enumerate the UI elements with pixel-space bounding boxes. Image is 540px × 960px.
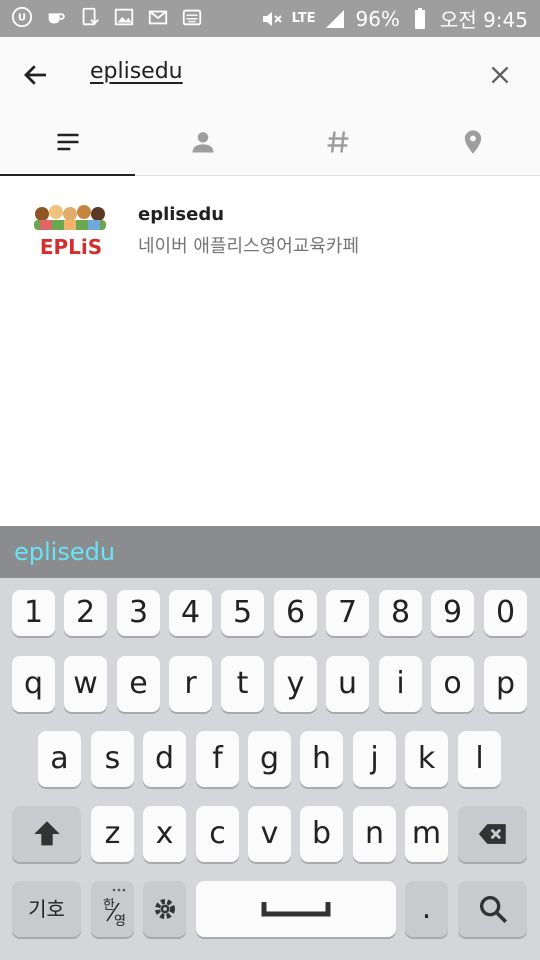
tab-people[interactable] xyxy=(135,109,270,175)
key-m[interactable]: m xyxy=(405,806,448,862)
svg-text:EPLiS: EPLiS xyxy=(40,235,102,259)
back-arrow-icon xyxy=(24,65,46,85)
key-i[interactable]: i xyxy=(379,656,422,712)
backspace-key[interactable] xyxy=(458,806,527,862)
battery-icon xyxy=(414,7,425,29)
tab-places[interactable] xyxy=(405,109,540,175)
backspace-icon xyxy=(478,824,506,844)
key-o[interactable]: o xyxy=(431,656,474,712)
key-c[interactable]: c xyxy=(196,806,239,862)
key-p[interactable]: p xyxy=(484,656,527,712)
mute-icon xyxy=(262,11,282,26)
network-type: LTE xyxy=(291,11,316,26)
key-h[interactable]: h xyxy=(300,731,343,787)
list-icon xyxy=(57,133,78,151)
key-j[interactable]: j xyxy=(353,731,396,787)
key-a[interactable]: a xyxy=(38,731,81,787)
key-v[interactable]: v xyxy=(248,806,291,862)
key-2[interactable]: 2 xyxy=(64,590,107,636)
key-g[interactable]: g xyxy=(248,731,291,787)
key-x[interactable]: x xyxy=(143,806,186,862)
key-4[interactable]: 4 xyxy=(169,590,212,636)
shift-key[interactable] xyxy=(12,806,81,862)
key-3[interactable]: 3 xyxy=(117,590,160,636)
key-z[interactable]: z xyxy=(91,806,134,862)
key-n[interactable]: n xyxy=(353,806,396,862)
search-bar: eplisedu xyxy=(0,37,540,109)
key-t[interactable]: t xyxy=(221,656,264,712)
tab-tags[interactable] xyxy=(270,109,405,175)
language-switch-icon: 한 영 xyxy=(103,888,126,929)
key-w[interactable]: w xyxy=(64,656,107,712)
soft-keyboard: 1 2 3 4 5 6 7 8 9 0 q w e r t y u i o p … xyxy=(0,578,540,960)
key-1[interactable]: 1 xyxy=(12,590,55,636)
eplis-logo: EPLiS xyxy=(34,205,106,259)
battery-percent: 96% xyxy=(355,6,400,31)
language-switch-key[interactable]: 한 영 xyxy=(91,881,134,937)
back-button[interactable] xyxy=(14,53,58,97)
suggestion-word[interactable]: eplisedu xyxy=(14,538,115,566)
key-f[interactable]: f xyxy=(196,731,239,787)
tab-top[interactable] xyxy=(0,109,135,176)
key-b[interactable]: b xyxy=(300,806,343,862)
list-item[interactable]: EPLiS eplisedu 네이버 애플리스영어교육카페 xyxy=(0,190,540,270)
svg-text:U: U xyxy=(18,13,26,24)
key-9[interactable]: 9 xyxy=(431,590,474,636)
key-8[interactable]: 8 xyxy=(379,590,422,636)
key-l[interactable]: l xyxy=(458,731,501,787)
key-7[interactable]: 7 xyxy=(326,590,369,636)
signal-icon xyxy=(326,9,345,28)
coffee-icon xyxy=(44,5,68,29)
clock: 오전 9:45 xyxy=(439,8,528,32)
location-icon xyxy=(464,130,481,154)
download-icon xyxy=(78,5,102,29)
gear-icon xyxy=(154,899,175,919)
key-d[interactable]: d xyxy=(143,731,186,787)
key-0[interactable]: 0 xyxy=(484,590,527,636)
key-y[interactable]: y xyxy=(274,656,317,712)
symbols-key[interactable]: 기호 xyxy=(12,881,81,937)
notification-icons: U xyxy=(10,5,204,29)
key-e[interactable]: e xyxy=(117,656,160,712)
keyboard-status-icon xyxy=(180,5,204,29)
result-thumbnail: EPLiS xyxy=(30,198,112,260)
close-icon xyxy=(491,66,509,84)
keyboard-suggestion-bar: eplisedu xyxy=(0,526,540,578)
period-key[interactable]: . xyxy=(405,881,448,937)
shift-icon xyxy=(33,821,60,846)
svg-text:영: 영 xyxy=(114,914,126,929)
mail-icon xyxy=(146,5,170,29)
uplus-icon: U xyxy=(10,5,34,29)
image-icon xyxy=(112,5,136,29)
status-bar: U LTE 96% 오전 9:45 xyxy=(0,0,540,37)
space-bar-icon xyxy=(261,902,331,917)
key-k[interactable]: k xyxy=(405,731,448,787)
key-6[interactable]: 6 xyxy=(274,590,317,636)
clear-search-button[interactable] xyxy=(480,55,520,95)
result-subtitle: 네이버 애플리스영어교육카페 xyxy=(138,236,360,257)
hashtag-icon xyxy=(327,131,348,153)
person-icon xyxy=(192,132,213,153)
search-icon xyxy=(479,895,507,924)
result-title: eplisedu xyxy=(138,204,225,225)
settings-key[interactable] xyxy=(143,881,186,937)
key-u[interactable]: u xyxy=(326,656,369,712)
search-tabs xyxy=(0,109,540,176)
key-5[interactable]: 5 xyxy=(221,590,264,636)
space-key[interactable] xyxy=(196,881,396,937)
key-s[interactable]: s xyxy=(91,731,134,787)
search-input[interactable]: eplisedu xyxy=(90,59,183,84)
key-r[interactable]: r xyxy=(169,656,212,712)
system-status: LTE 96% 오전 9:45 xyxy=(260,4,528,33)
key-q[interactable]: q xyxy=(12,656,55,712)
search-key[interactable] xyxy=(458,881,527,937)
